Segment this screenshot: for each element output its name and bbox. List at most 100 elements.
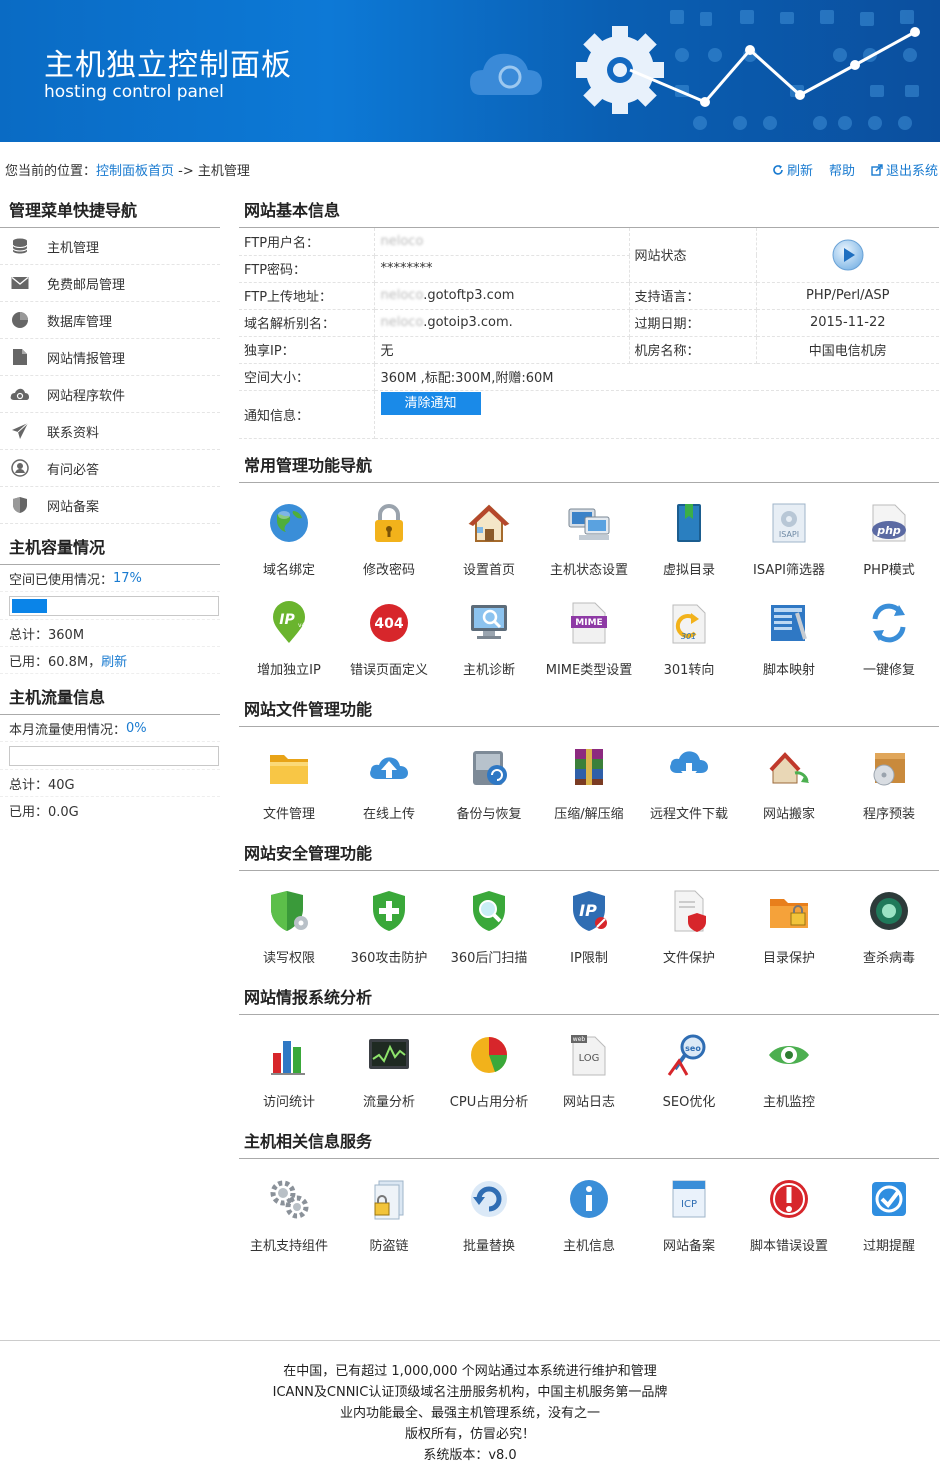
breadcrumb-home-link[interactable]: 控制面板首页 <box>96 164 174 179</box>
function-tile[interactable]: 访问统计 <box>239 1021 339 1121</box>
function-tile[interactable]: 程序预装 <box>839 733 939 833</box>
sidebar-item-label: 网站备案 <box>47 499 100 515</box>
refresh-icon <box>773 164 783 175</box>
function-tile[interactable]: 域名绑定 <box>239 489 339 589</box>
function-tile[interactable]: php PHP模式 <box>839 489 939 589</box>
function-tile[interactable]: 主机支持组件 <box>239 1165 339 1265</box>
svg-text:seo: seo <box>685 1044 701 1053</box>
function-tile[interactable]: 虚拟目录 <box>639 489 739 589</box>
ftp-addr-value: .gotoftp3.com <box>423 288 515 303</box>
mail-icon <box>10 273 30 293</box>
function-tile[interactable]: ISAPI ISAPI筛选器 <box>739 489 839 589</box>
antivirus-icon <box>865 887 913 935</box>
log-icon: web LOG <box>565 1031 613 1079</box>
play-status-icon[interactable] <box>832 239 864 271</box>
function-tile[interactable]: 文件保护 <box>639 877 739 977</box>
sidebar-item[interactable]: 免费邮局管理 <box>0 265 220 302</box>
alias-value: .gotoip3.com. <box>423 315 513 330</box>
function-tile[interactable]: 主机诊断 <box>439 589 539 689</box>
function-tile[interactable]: 修改密码 <box>339 489 439 589</box>
function-tile[interactable]: 主机监控 <box>739 1021 839 1121</box>
status-label: 网站状态 <box>629 228 757 283</box>
function-tile[interactable]: 批量替换 <box>439 1165 539 1265</box>
breadcrumb-prefix: 您当前的位置： <box>5 164 97 179</box>
function-tile[interactable]: 远程文件下载 <box>639 733 739 833</box>
function-tile[interactable]: 在线上传 <box>339 733 439 833</box>
function-tile[interactable]: 301 301转向 <box>639 589 739 689</box>
function-tile[interactable]: 网站搬家 <box>739 733 839 833</box>
function-tile-label: 网站备案 <box>662 1238 715 1254</box>
function-tile[interactable]: 主机状态设置 <box>539 489 639 589</box>
function-tile-label: 网站日志 <box>562 1094 615 1110</box>
capacity-title: 主机容量情况 <box>0 527 220 565</box>
function-tile[interactable]: seo SEO优化 <box>639 1021 739 1121</box>
function-tile[interactable]: 目录保护 <box>739 877 839 977</box>
diagnose-icon <box>465 599 513 647</box>
function-tile[interactable]: IP v4 增加独立IP <box>239 589 339 689</box>
function-tile[interactable]: 过期提醒 <box>839 1165 939 1265</box>
archive-icon <box>565 743 613 791</box>
breadcrumb-current: 主机管理 <box>197 164 250 179</box>
expire-label: 过期日期： <box>629 309 757 337</box>
svg-text:LOG: LOG <box>579 1053 600 1064</box>
capacity-refresh-link[interactable]: 刷新 <box>101 651 127 670</box>
function-tile[interactable]: 主机信息 <box>539 1165 639 1265</box>
function-tile[interactable]: 流量分析 <box>339 1021 439 1121</box>
sidebar-item[interactable]: 网站情报管理 <box>0 339 220 376</box>
svg-text:php: php <box>876 524 901 537</box>
footer-line-1: 在中国，已有超过 1,000,000 个网站通过本系统进行维护和管理 <box>283 1364 657 1379</box>
function-tile[interactable]: 404 错误页面定义 <box>339 589 439 689</box>
function-tile-label: 备份与恢复 <box>456 806 522 822</box>
function-tile-label: 主机信息 <box>562 1238 615 1254</box>
function-tile[interactable]: 查杀病毒 <box>839 877 939 977</box>
footer-line-5: 系统版本：v8.0 <box>423 1448 517 1463</box>
function-tile[interactable]: CPU占用分析 <box>439 1021 539 1121</box>
sidebar-item[interactable]: 联系资料 <box>0 413 220 450</box>
sidebar-item[interactable]: 网站备案 <box>0 487 220 524</box>
function-tile-label: 360攻击防护 <box>350 950 428 966</box>
monitor-chart-icon <box>365 1031 413 1079</box>
function-tile[interactable]: 文件管理 <box>239 733 339 833</box>
info-icon <box>565 1175 613 1223</box>
capacity-usage-row: 空间已使用情况： 17% <box>0 565 220 592</box>
refresh-link[interactable]: 刷新 <box>772 160 813 179</box>
basic-info-table: FTP用户名： neloco 网站状态 FTP密码： ******** FTP上… <box>239 228 939 439</box>
clear-notice-button[interactable]: 清除通知 <box>380 391 481 415</box>
anti-leech-icon <box>365 1175 413 1223</box>
function-tile[interactable]: IP IP限制 <box>539 877 639 977</box>
function-grid: 域名绑定 修改密码 设置首页 主机状态设置 虚拟目录 ISAPI ISAPI筛选器 php PH… <box>239 483 939 689</box>
function-section: 主机相关信息服务 主机支持组件 防盗链 批量替换 主机信息 ICP 网站备案 脚本错误设置 过期… <box>239 1121 939 1265</box>
pie-chart-icon <box>465 1031 513 1079</box>
help-link[interactable]: 帮助 <box>829 160 855 179</box>
cloud-icon <box>10 384 30 404</box>
shield-icon <box>10 495 30 515</box>
document-icon <box>10 347 30 367</box>
svg-text:web: web <box>573 1036 586 1043</box>
function-tile[interactable]: 读写权限 <box>239 877 339 977</box>
function-tile[interactable]: ICP 网站备案 <box>639 1165 739 1265</box>
sidebar-item[interactable]: 网站程序软件 <box>0 376 220 413</box>
function-tile[interactable]: web LOG 网站日志 <box>539 1021 639 1121</box>
function-tile[interactable]: 压缩/解压缩 <box>539 733 639 833</box>
database-icon <box>10 236 30 256</box>
home-icon <box>465 499 513 547</box>
function-tile[interactable]: 备份与恢复 <box>439 733 539 833</box>
lang-label: 支持语言： <box>629 282 757 310</box>
function-tile[interactable]: 防盗链 <box>339 1165 439 1265</box>
sidebar-item[interactable]: 数据库管理 <box>0 302 220 339</box>
sidebar-item[interactable]: 有问必答 <box>0 450 220 487</box>
ip-label: 独享IP： <box>239 336 375 364</box>
send-icon <box>10 421 30 441</box>
sidebar-item[interactable]: 主机管理 <box>0 228 220 265</box>
function-tile[interactable]: 360攻击防护 <box>339 877 439 977</box>
function-tile[interactable]: 一键修复 <box>839 589 939 689</box>
function-tile[interactable]: MIME MIME类型设置 <box>539 589 639 689</box>
function-tile[interactable]: 脚本映射 <box>739 589 839 689</box>
function-tile[interactable]: 360后门扫描 <box>439 877 539 977</box>
logout-link[interactable]: 退出系统 <box>871 160 938 179</box>
function-tile[interactable]: 脚本错误设置 <box>739 1165 839 1265</box>
svg-text:MIME: MIME <box>575 618 602 628</box>
function-tile[interactable]: 设置首页 <box>439 489 539 589</box>
section-title: 常用管理功能导航 <box>239 445 939 483</box>
pie-icon <box>10 310 30 330</box>
